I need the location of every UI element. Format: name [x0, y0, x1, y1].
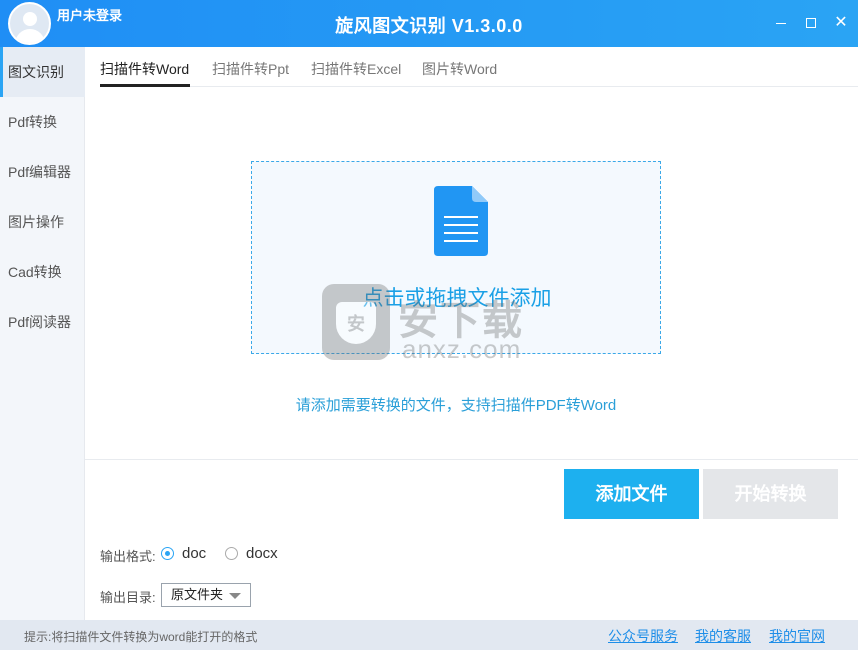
divider	[85, 459, 858, 460]
conversion-hint: 请添加需要转换的文件，支持扫描件PDF转Word	[295, 397, 617, 414]
close-icon[interactable]: ✕	[830, 12, 852, 34]
tab-scan-to-excel[interactable]: 扫描件转Excel	[311, 59, 401, 79]
format-doc-radio[interactable]	[161, 547, 174, 560]
tab-image-to-word[interactable]: 图片转Word	[422, 59, 497, 79]
add-file-button[interactable]: 添加文件	[564, 469, 699, 519]
status-bar: 提示:将扫描件文件转换为word能打开的格式 公众号服务 我的客服 我的官网	[0, 620, 858, 650]
maximize-icon[interactable]	[800, 12, 822, 34]
output-format-label: 输出格式:	[100, 549, 156, 564]
title-bar: 用户未登录 旋风图文识别 V1.3.0.0 ✕	[0, 0, 858, 47]
app-title: 旋风图文识别 V1.3.0.0	[335, 16, 523, 36]
sidebar-item-pdf-editor[interactable]: Pdf编辑器	[0, 147, 85, 197]
output-dir-label: 输出目录:	[100, 590, 156, 605]
sidebar-item-ocr[interactable]: 图文识别	[0, 47, 85, 97]
start-convert-button[interactable]: 开始转换	[703, 469, 838, 519]
chevron-down-icon	[229, 593, 241, 599]
tab-scan-to-ppt[interactable]: 扫描件转Ppt	[212, 59, 289, 79]
active-tab-indicator	[100, 84, 190, 87]
sidebar-item-cad-convert[interactable]: Cad转换	[0, 247, 85, 297]
format-docx-label[interactable]: docx	[246, 545, 278, 562]
format-doc-label[interactable]: doc	[182, 545, 206, 562]
document-icon	[434, 186, 488, 256]
sidebar: 图文识别 Pdf转换 Pdf编辑器 图片操作 Cad转换 Pdf阅读器	[0, 47, 85, 620]
link-official-site[interactable]: 我的官网	[769, 626, 825, 646]
link-customer-service[interactable]: 我的客服	[695, 626, 751, 646]
format-docx-radio[interactable]	[225, 547, 238, 560]
file-drop-zone[interactable]: 点击或拖拽文件添加	[251, 161, 661, 354]
minimize-icon[interactable]	[770, 12, 792, 34]
sidebar-item-pdf-convert[interactable]: Pdf转换	[0, 97, 85, 147]
drop-zone-label: 点击或拖拽文件添加	[362, 287, 552, 310]
tab-bar: 扫描件转Word 扫描件转Ppt 扫描件转Excel 图片转Word	[100, 47, 858, 87]
sidebar-item-pdf-reader[interactable]: Pdf阅读器	[0, 297, 85, 347]
link-official-account[interactable]: 公众号服务	[608, 626, 678, 646]
tab-scan-to-word[interactable]: 扫描件转Word	[100, 59, 189, 79]
sidebar-item-image-ops[interactable]: 图片操作	[0, 197, 85, 247]
status-hint: 提示:将扫描件文件转换为word能打开的格式	[24, 630, 258, 644]
output-dir-select[interactable]: 原文件夹	[161, 583, 251, 607]
output-dir-value: 原文件夹	[171, 587, 224, 602]
